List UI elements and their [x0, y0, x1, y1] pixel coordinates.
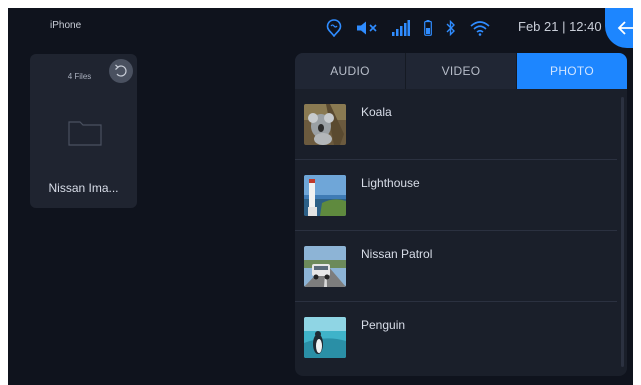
- media-tabs: AUDIO VIDEO PHOTO: [295, 53, 627, 89]
- koala-thumbnail: [304, 104, 346, 145]
- folder-icon: [68, 121, 102, 146]
- status-icons: [326, 16, 504, 40]
- list-item[interactable]: Lighthouse: [295, 160, 617, 231]
- tab-photo[interactable]: PHOTO: [517, 53, 627, 89]
- date-time: Feb 21 | 12:40: [518, 19, 602, 34]
- battery-icon: [424, 20, 432, 36]
- folder-card[interactable]: 4 Files Nissan Ima...: [30, 54, 137, 208]
- bluetooth-icon: [446, 20, 456, 36]
- voice-assistant-icon[interactable]: [326, 19, 342, 37]
- status-bar: iPhone Feb 21 | 12:40: [8, 8, 633, 48]
- lighthouse-thumbnail: [304, 175, 346, 216]
- media-panel: AUDIO VIDEO PHOTO Koala Lighthouse Nissa…: [295, 53, 627, 376]
- photo-title: Nissan Patrol: [361, 247, 433, 261]
- undo-arrow-icon: [115, 64, 127, 77]
- list-item[interactable]: Penguin: [295, 302, 617, 373]
- device-name: iPhone: [50, 20, 82, 31]
- photo-title: Koala: [361, 105, 392, 119]
- list-item[interactable]: Koala: [295, 89, 617, 160]
- photo-title: Penguin: [361, 318, 406, 332]
- mute-icon: [356, 21, 378, 35]
- nissan-patrol-thumbnail: [304, 246, 346, 287]
- folder-up-button[interactable]: [109, 59, 133, 83]
- back-button[interactable]: [605, 8, 633, 48]
- wifi-icon: [470, 20, 490, 36]
- list-item[interactable]: Nissan Patrol: [295, 231, 617, 302]
- tab-audio[interactable]: AUDIO: [295, 53, 406, 89]
- photo-title: Lighthouse: [361, 176, 420, 190]
- back-arrow-icon: [617, 21, 633, 35]
- photo-list: Koala Lighthouse Nissan Patrol Penguin: [295, 89, 617, 373]
- photo-list-scrollbar[interactable]: [621, 97, 624, 367]
- folder-name: Nissan Ima...: [48, 181, 119, 195]
- tab-video[interactable]: VIDEO: [406, 53, 517, 89]
- signal-icon: [392, 20, 410, 36]
- head-unit-screen: iPhone Feb 21 | 12:40 4 Files Nissan Ima…: [8, 8, 633, 385]
- penguin-thumbnail: [304, 317, 346, 358]
